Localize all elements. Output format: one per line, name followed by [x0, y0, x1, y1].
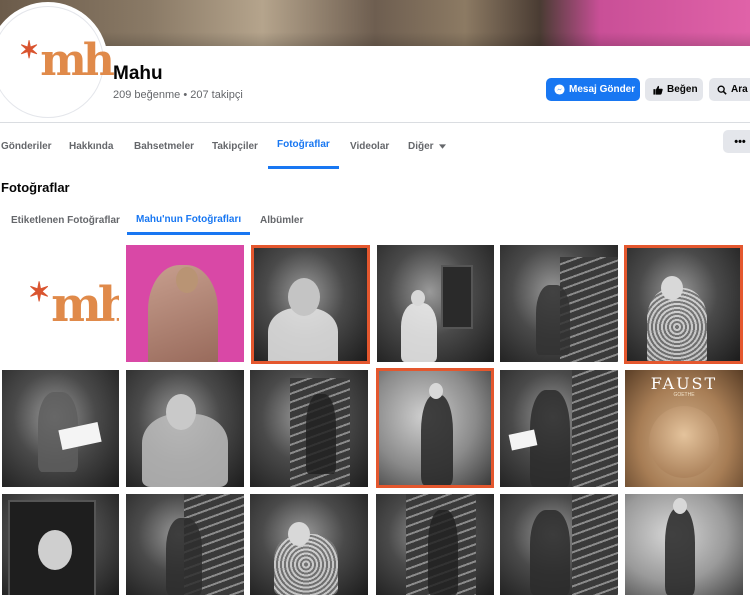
photos-section: Fotoğraflar Etiketlenen Fotoğraflar Mahu…	[0, 170, 750, 595]
photo-thumbnail[interactable]	[500, 245, 618, 362]
photo-thumbnail[interactable]	[251, 245, 370, 364]
faust-subtitle: GOETHE	[673, 392, 695, 398]
page-header: ✶mh Mahu 209 beğenme • 207 takipçi Mesaj…	[0, 6, 750, 171]
photo-thumbnail[interactable]	[500, 370, 618, 487]
photo-thumbnail[interactable]	[126, 370, 244, 487]
photo-thumbnail[interactable]	[250, 494, 368, 595]
search-icon	[717, 85, 727, 95]
page-nav: Gönderiler Hakkında Bahsetmeler Takipçil…	[0, 123, 750, 169]
tab-posts[interactable]: Gönderiler	[1, 123, 52, 169]
more-options-button[interactable]: •••	[723, 130, 750, 153]
send-message-label: Mesaj Gönder	[569, 84, 636, 95]
tab-tagged-photos[interactable]: Etiketlenen Fotoğraflar	[11, 206, 120, 235]
mahu-logo: ✶mh	[19, 35, 115, 86]
photos-heading: Fotoğraflar	[1, 180, 70, 195]
thumbs-up-icon	[653, 85, 663, 95]
tab-more[interactable]: Diğer	[408, 123, 446, 169]
tab-albums[interactable]: Albümler	[260, 206, 303, 235]
page-title[interactable]: Mahu	[113, 63, 163, 85]
tab-followers[interactable]: Takipçiler	[212, 123, 258, 169]
photo-thumbnail[interactable]	[376, 368, 494, 488]
mahu-logo: ✶mh	[28, 277, 119, 333]
faust-title: FAUST	[650, 374, 718, 393]
photo-thumbnail[interactable]	[377, 245, 494, 362]
photo-thumbnail[interactable]	[250, 370, 368, 487]
search-label: Ara	[731, 84, 748, 95]
tab-about[interactable]: Hakkında	[69, 123, 113, 169]
photo-thumbnail[interactable]	[126, 494, 244, 595]
photo-thumbnail[interactable]: ✶mh	[2, 245, 119, 362]
cover-photo[interactable]	[0, 0, 750, 46]
page-stats: 209 beğenme • 207 takipçi	[113, 89, 243, 101]
tab-mentions[interactable]: Bahsetmeler	[134, 123, 194, 169]
messenger-icon	[554, 84, 565, 95]
like-button[interactable]: Beğen	[645, 78, 703, 101]
faust-book-cover[interactable]: FAUST GOETHE	[625, 370, 743, 487]
tab-videos[interactable]: Videolar	[350, 123, 389, 169]
photo-thumbnail[interactable]	[376, 494, 494, 595]
photo-thumbnail[interactable]	[625, 494, 743, 595]
photo-thumbnail[interactable]	[2, 370, 119, 487]
photo-thumbnail[interactable]	[624, 245, 743, 364]
caret-down-icon	[438, 143, 446, 149]
photo-thumbnail[interactable]	[126, 245, 244, 362]
send-message-button[interactable]: Mesaj Gönder	[546, 78, 640, 101]
page-avatar[interactable]: ✶mh	[0, 6, 115, 118]
like-label: Beğen	[667, 84, 698, 95]
tab-mahu-photos[interactable]: Mahu'nun Fotoğrafları	[127, 206, 251, 235]
tab-photos[interactable]: Fotoğraflar	[268, 123, 339, 169]
photo-thumbnail[interactable]	[500, 494, 618, 595]
search-button[interactable]: Ara	[709, 78, 750, 101]
photo-thumbnail[interactable]	[2, 494, 119, 595]
